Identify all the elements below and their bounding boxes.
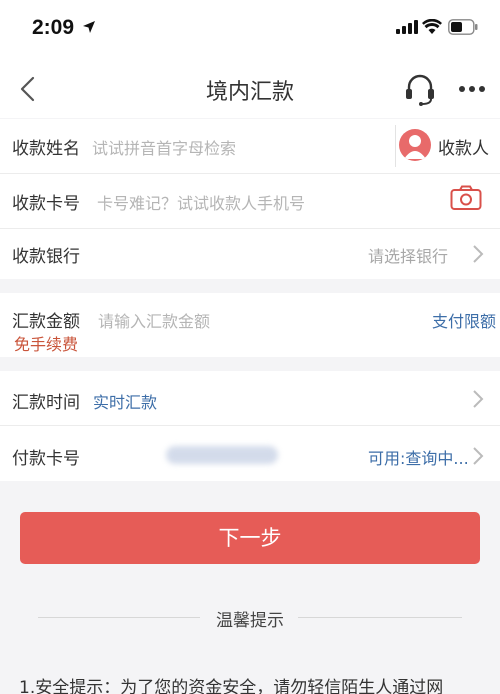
more-options-icon[interactable] (458, 85, 486, 93)
avatar[interactable] (399, 129, 431, 161)
status-bar: 2:09 (0, 0, 500, 60)
person-icon (404, 135, 426, 159)
recipient-name-input[interactable]: 试试拼音首字母检索 (92, 135, 236, 159)
transfer-section: 汇款时间 实时汇款 付款卡号 可用:查询中... (0, 371, 500, 481)
recipient-bank-row[interactable]: 收款银行 请选择银行 (0, 229, 500, 279)
battery-icon (448, 19, 478, 35)
payment-limit-link[interactable]: 支付限额 (432, 308, 496, 332)
available-balance: 可用:查询中... (368, 449, 469, 468)
nav-bar: 境内汇款 (0, 60, 500, 118)
chevron-right-icon (473, 390, 484, 408)
camera-scan-icon[interactable] (450, 185, 482, 211)
recipient-list-button[interactable]: 收款人 (438, 134, 489, 159)
transfer-time-label: 汇款时间 (12, 393, 80, 413)
recipient-name-label: 收款姓名 (12, 139, 80, 159)
status-time: 2:09 (32, 16, 75, 39)
divider (395, 125, 396, 167)
transfer-time-row[interactable]: 汇款时间 实时汇款 (0, 371, 500, 426)
recipient-bank-label: 收款银行 (12, 247, 80, 267)
signal-icon (396, 20, 418, 34)
amount-label: 汇款金额 (12, 312, 80, 332)
recipient-section: 收款姓名 试试拼音首字母检索 收款人 收款卡号 卡号难记？试试收款人手机号 收款… (0, 119, 500, 279)
select-bank-placeholder[interactable]: 请选择银行 (368, 243, 448, 267)
tips-text: 1.安全提示：为了您的资金安全，请勿轻信陌生人通过网 (19, 678, 444, 694)
recipient-card-row[interactable]: 收款卡号 卡号难记？试试收款人手机号 (0, 174, 500, 229)
next-step-button[interactable]: 下一步 (20, 512, 480, 564)
chevron-right-icon (473, 447, 484, 465)
recipient-name-row[interactable]: 收款姓名 试试拼音首字母检索 收款人 (0, 119, 500, 174)
recipient-card-label: 收款卡号 (12, 194, 80, 214)
recipient-card-input[interactable]: 卡号难记？试试收款人手机号 (97, 190, 305, 214)
wifi-icon (422, 19, 442, 34)
divider (298, 617, 462, 618)
masked-card-number (166, 446, 278, 464)
tips-title: 温馨提示 (216, 611, 284, 631)
location-arrow-icon (83, 21, 95, 33)
fee-free-badge: 免手续费 (14, 335, 79, 354)
chevron-right-icon (473, 245, 484, 263)
amount-input[interactable]: 请输入汇款金额 (98, 308, 210, 332)
payer-card-label: 付款卡号 (12, 449, 80, 469)
customer-service-headset-icon[interactable] (404, 73, 436, 107)
transfer-time-value[interactable]: 实时汇款 (93, 389, 157, 413)
